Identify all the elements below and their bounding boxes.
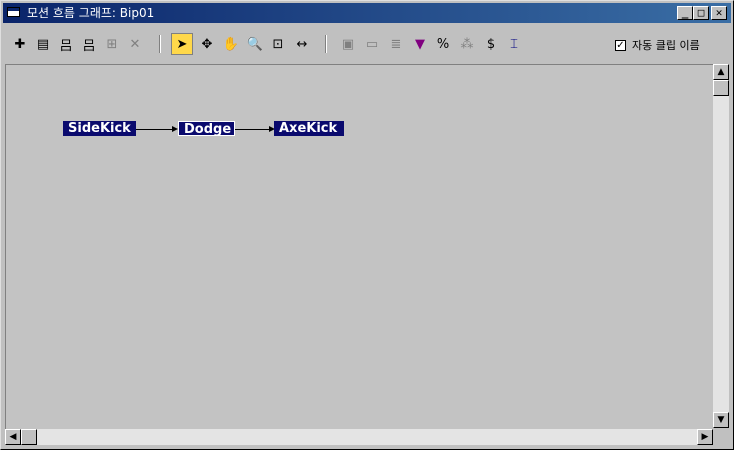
horizontal-scrollbar[interactable]: ◀ ▶ <box>5 429 713 445</box>
motion-flow-window: 모션 흐름 그래프: Bip01 _ □ ✕ ✚ ▤ 吕 吕 ⊞ ✕ ➤ ✥ ✋… <box>0 0 734 450</box>
horizontal-scroll-thumb[interactable] <box>21 429 37 445</box>
transition-edge[interactable] <box>235 129 273 130</box>
move-icon[interactable]: ✥ <box>196 33 218 55</box>
random-icon[interactable]: ⁂ <box>456 33 478 55</box>
zoom-icon[interactable]: 🔍 <box>244 33 266 55</box>
percent-icon[interactable]: % <box>432 33 454 55</box>
tool-a-icon[interactable]: ▣ <box>337 33 359 55</box>
clip-node-dodge[interactable]: Dodge <box>178 121 235 137</box>
scroll-up-button[interactable]: ▲ <box>713 64 729 80</box>
scroll-down-button[interactable]: ▼ <box>713 412 729 428</box>
tool-b-icon[interactable]: ▭ <box>361 33 383 55</box>
transition-edge[interactable] <box>136 129 176 130</box>
minimize-button[interactable]: _ <box>677 6 693 20</box>
delete-icon[interactable]: ✕ <box>124 33 146 55</box>
select-arrow-icon[interactable]: ➤ <box>171 33 193 55</box>
tool-c-icon[interactable]: ≣ <box>385 33 407 55</box>
scroll-left-button[interactable]: ◀ <box>5 429 21 445</box>
fit-icon[interactable]: ↔ <box>291 33 313 55</box>
clip-node-axekick[interactable]: AxeKick <box>274 121 344 136</box>
close-button[interactable]: ✕ <box>711 6 727 20</box>
window-icon[interactable] <box>7 7 20 17</box>
open-file-icon[interactable]: ▤ <box>32 33 54 55</box>
vertical-scroll-thumb[interactable] <box>713 80 729 96</box>
dollar-icon[interactable]: $ <box>480 33 502 55</box>
insert-clip-icon[interactable]: 吕 <box>78 33 100 55</box>
tool-d-icon[interactable]: ▼ <box>409 33 431 55</box>
scrollbar-corner <box>713 429 729 445</box>
delete-clip-icon[interactable]: ⊞ <box>101 33 123 55</box>
pan-hand-icon[interactable]: ✋ <box>220 33 242 55</box>
save-file-icon[interactable]: 吕 <box>55 33 77 55</box>
auto-clip-name-label: 자동 클립 이름 <box>632 39 700 52</box>
scroll-right-button[interactable]: ▶ <box>697 429 713 445</box>
toolbar-separator <box>159 35 161 53</box>
graph-canvas[interactable]: SideKick Dodge AxeKick <box>5 64 714 429</box>
auto-clip-name-checkbox[interactable]: ✓ <box>615 39 626 51</box>
vertical-scrollbar[interactable]: ▲ ▼ <box>713 64 729 428</box>
title-bar[interactable]: 모션 흐름 그래프: Bip01 _ □ ✕ <box>3 3 731 23</box>
toolbar-separator <box>325 35 327 53</box>
zoom-region-icon[interactable]: ⊡ <box>267 33 289 55</box>
clip-node-sidekick[interactable]: SideKick <box>63 121 136 136</box>
tool-e-icon[interactable]: ⌶ <box>503 33 525 55</box>
maximize-button[interactable]: □ <box>693 6 709 20</box>
auto-clip-name-option[interactable]: ✓ 자동 클립 이름 <box>615 37 700 53</box>
create-clip-icon[interactable]: ✚ <box>9 33 31 55</box>
window-title: 모션 흐름 그래프: Bip01 <box>27 6 155 20</box>
toolbar: ✚ ▤ 吕 吕 ⊞ ✕ ➤ ✥ ✋ 🔍 ⊡ ↔ ▣ ▭ ≣ ▼ % ⁂ $ ⌶ … <box>3 25 731 63</box>
